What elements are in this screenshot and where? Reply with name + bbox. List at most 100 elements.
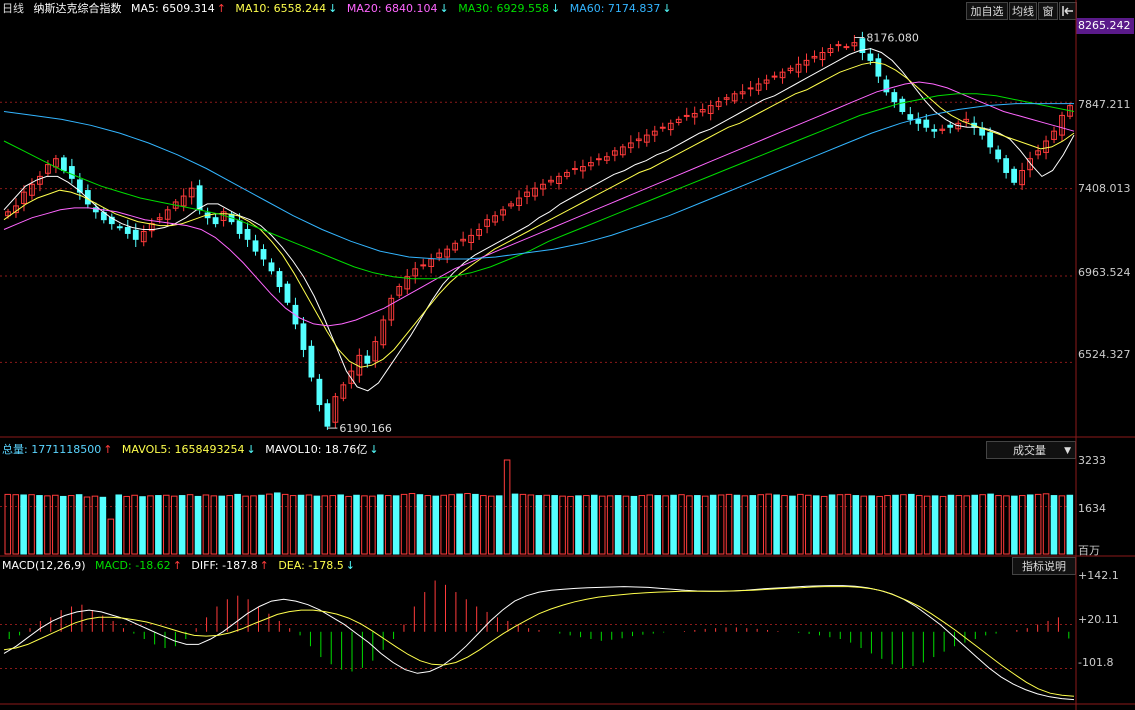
index-name: 纳斯达克综合指数 bbox=[33, 2, 122, 15]
volume-bar bbox=[337, 494, 344, 555]
candle-body bbox=[204, 212, 211, 219]
volume-bar bbox=[614, 495, 622, 555]
volume-bar bbox=[107, 518, 115, 555]
candle-body bbox=[939, 128, 946, 131]
volume-bar bbox=[59, 495, 67, 555]
candle-body bbox=[787, 67, 794, 72]
volume-bar bbox=[725, 493, 733, 555]
volume-bar bbox=[123, 495, 130, 555]
candle-body bbox=[484, 219, 490, 227]
price-tick-label: 6524.327 bbox=[1078, 348, 1131, 361]
volume-bar bbox=[91, 495, 99, 555]
volume-bar bbox=[591, 494, 598, 555]
macd-line-diff bbox=[3, 585, 1075, 701]
add-watchlist-button[interactable]: 加自选 bbox=[966, 2, 1008, 20]
exit-icon[interactable] bbox=[1059, 2, 1077, 20]
ma60-legend: MA60: 7174.837 ↓ bbox=[569, 2, 672, 15]
volume-bar bbox=[1026, 494, 1034, 555]
candle-body bbox=[308, 345, 315, 378]
volume-bar bbox=[503, 459, 511, 555]
volume-bar bbox=[923, 495, 931, 555]
volume-bar bbox=[416, 494, 424, 555]
candle-body bbox=[572, 168, 578, 171]
volume-bar bbox=[971, 494, 979, 555]
candle-body bbox=[564, 171, 570, 177]
candle-body bbox=[747, 87, 754, 90]
window-button[interactable]: 窗 bbox=[1038, 2, 1058, 20]
volume-bar bbox=[638, 495, 646, 555]
volume-bar bbox=[305, 494, 313, 555]
volume-bar bbox=[20, 494, 27, 555]
volume-bar bbox=[583, 495, 590, 555]
volume-bar bbox=[781, 495, 788, 555]
candle-body bbox=[420, 264, 427, 267]
macd-tick-label: -101.8 bbox=[1078, 656, 1114, 669]
volume-bar bbox=[345, 495, 352, 555]
candle-body bbox=[60, 157, 67, 171]
candle-body bbox=[276, 271, 283, 288]
candle-body bbox=[1003, 158, 1010, 173]
candle-body bbox=[827, 48, 834, 53]
candle-body bbox=[723, 97, 730, 100]
volume-bar bbox=[884, 495, 891, 555]
volume-bar bbox=[369, 495, 376, 555]
candle-body bbox=[963, 118, 970, 123]
indicator-help-button[interactable]: 指标说明 bbox=[1012, 557, 1076, 575]
indicator-dropdown[interactable]: 成交量 ▼ bbox=[986, 441, 1076, 459]
candle-body bbox=[364, 355, 371, 364]
candle-body bbox=[907, 114, 914, 120]
candle-body bbox=[316, 378, 323, 406]
volume-bar bbox=[273, 492, 281, 555]
volume-bar bbox=[789, 495, 796, 555]
volume-bar bbox=[12, 494, 19, 555]
candle-body bbox=[228, 213, 235, 223]
mavol5-legend: MAVOL5: 1658493254 ↓ bbox=[121, 443, 256, 456]
volume-bar bbox=[99, 496, 107, 555]
macd-tick-label: +142.1 bbox=[1078, 569, 1119, 582]
candle-body bbox=[116, 226, 123, 229]
candle-body bbox=[380, 319, 387, 346]
volume-tick-label: 1634 bbox=[1078, 502, 1106, 515]
volume-bar bbox=[654, 495, 661, 555]
volume-bar bbox=[773, 494, 780, 555]
volume-bar bbox=[163, 494, 170, 555]
volume-bar bbox=[1066, 494, 1074, 555]
volume-bar bbox=[630, 495, 638, 555]
volume-bar bbox=[1050, 495, 1058, 555]
volume-bar bbox=[694, 495, 701, 555]
mavol10-legend: MAVOL10: 18.76亿 ↓ bbox=[265, 443, 379, 456]
volume-bar bbox=[456, 493, 463, 555]
volume-bar bbox=[709, 494, 717, 555]
price-annotation: 6190.166 bbox=[339, 422, 392, 435]
volume-bar bbox=[170, 495, 178, 555]
candle-body bbox=[212, 217, 219, 225]
candle-body bbox=[388, 297, 395, 321]
volume-bar bbox=[741, 495, 749, 555]
volume-bar bbox=[487, 495, 495, 555]
candle-body bbox=[548, 179, 554, 183]
volume-bar bbox=[178, 495, 186, 555]
price-tick-label: 6963.524 bbox=[1078, 266, 1131, 279]
volume-bar bbox=[281, 493, 289, 555]
volume-bar bbox=[1034, 493, 1042, 555]
ma-line-ma10 bbox=[3, 61, 1075, 368]
candle-body bbox=[53, 158, 59, 168]
candle-body bbox=[340, 384, 347, 399]
ma30-legend: MA30: 6929.558 ↓ bbox=[458, 2, 561, 15]
period-label[interactable]: 日线 bbox=[2, 2, 24, 15]
candle-body bbox=[1035, 150, 1041, 156]
total-volume-legend: 总量: 1771118500 ↑ bbox=[2, 443, 113, 456]
candle-body bbox=[1019, 169, 1025, 186]
candle-body bbox=[29, 183, 35, 196]
volume-bar bbox=[139, 496, 146, 555]
candle-body bbox=[755, 83, 762, 91]
volume-bar bbox=[234, 493, 241, 555]
avg-line-button[interactable]: 均线 bbox=[1009, 2, 1037, 20]
candle-body bbox=[468, 234, 475, 243]
candle-body bbox=[5, 211, 11, 217]
candle-body bbox=[372, 341, 379, 362]
candle-body bbox=[540, 183, 546, 190]
candle-body bbox=[795, 63, 802, 73]
volume-bar bbox=[289, 495, 297, 555]
candle-body bbox=[979, 127, 986, 136]
